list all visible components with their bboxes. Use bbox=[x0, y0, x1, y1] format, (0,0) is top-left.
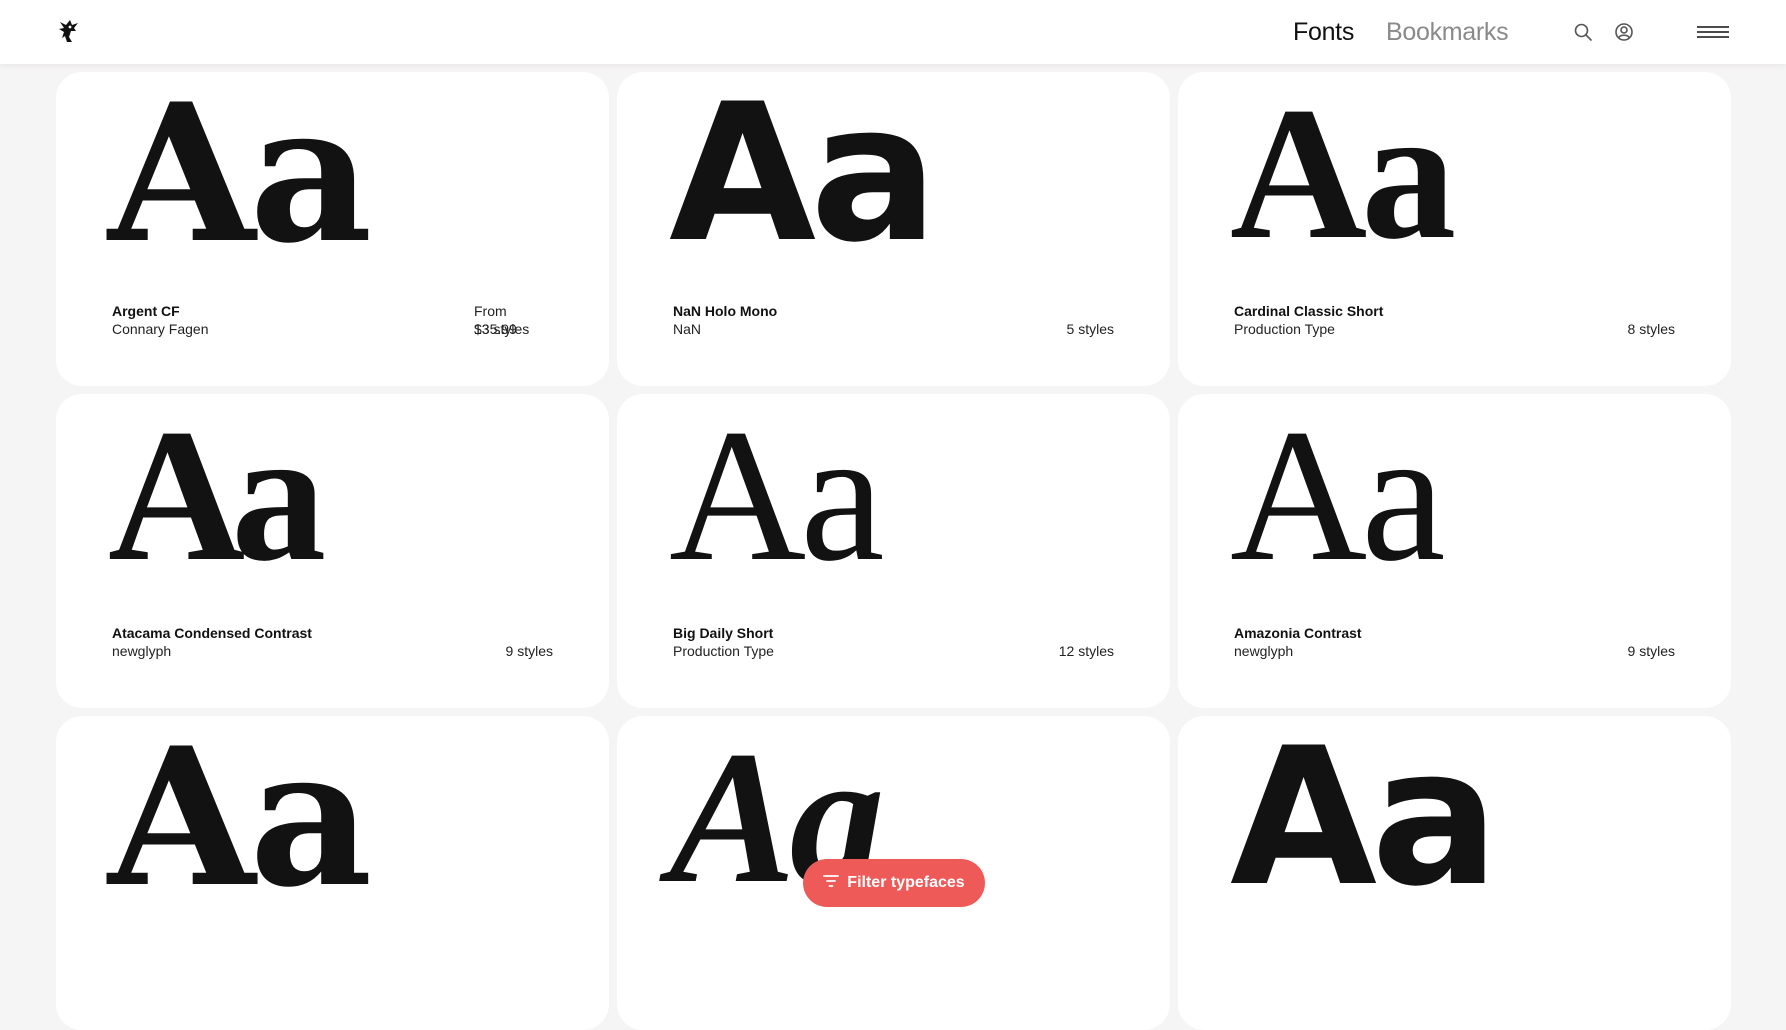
font-specimen: Aa bbox=[108, 394, 326, 601]
typeface-card-cardinal-classic-short[interactable]: Aa Cardinal Classic Short Production Typ… bbox=[1178, 72, 1731, 386]
nav-fonts-link[interactable]: Fonts bbox=[1293, 15, 1354, 49]
font-specimen: Aa bbox=[1230, 394, 1446, 601]
hamburger-menu-icon[interactable] bbox=[1695, 18, 1731, 46]
font-styles-count: 9 styles bbox=[1627, 643, 1675, 659]
font-specimen: Aa bbox=[669, 394, 885, 601]
font-foundry: Production Type bbox=[673, 643, 774, 659]
typeface-card-amazonia-contrast[interactable]: Aa Amazonia Contrast newglyph 9 styles bbox=[1178, 394, 1731, 708]
font-name: Argent CF bbox=[112, 303, 180, 319]
filter-typefaces-button[interactable]: Filter typefaces bbox=[803, 859, 985, 907]
font-name: NaN Holo Mono bbox=[673, 303, 778, 319]
account-icon[interactable] bbox=[1612, 20, 1636, 44]
typeface-card-big-daily-short[interactable]: Aa Big Daily Short Production Type 12 st… bbox=[617, 394, 1170, 708]
site-header: Fonts Bookmarks bbox=[0, 0, 1786, 64]
typeface-card-argent-cf[interactable]: Aa Argent CF Connary Fagen From $35.99 1… bbox=[56, 72, 609, 386]
typeface-card-row3-3[interactable]: Aa bbox=[1178, 716, 1731, 1030]
font-styles-count: 13 styles bbox=[474, 321, 530, 337]
font-specimen: Aa bbox=[1230, 72, 1456, 279]
font-foundry: NaN bbox=[673, 321, 702, 337]
font-foundry: Production Type bbox=[1234, 321, 1335, 337]
font-styles-count: 9 styles bbox=[505, 643, 553, 659]
filter-button-label: Filter typefaces bbox=[847, 874, 965, 891]
ninja-logo-icon[interactable] bbox=[54, 16, 84, 46]
filter-icon bbox=[823, 874, 840, 893]
font-specimen: Aa bbox=[669, 72, 938, 284]
font-foundry: newglyph bbox=[1234, 643, 1294, 659]
typeface-card-row3-1[interactable]: Aa bbox=[56, 716, 609, 1030]
font-specimen: Aa bbox=[108, 72, 373, 285]
font-name: Big Daily Short bbox=[673, 625, 774, 641]
font-name: Atacama Condensed Contrast bbox=[112, 625, 312, 641]
font-specimen: Aa bbox=[1230, 716, 1499, 928]
search-icon[interactable] bbox=[1571, 20, 1595, 44]
font-styles-count: 5 styles bbox=[1066, 321, 1114, 337]
font-styles-count: 12 styles bbox=[1058, 643, 1114, 659]
font-name: Amazonia Contrast bbox=[1234, 625, 1362, 641]
font-styles-count: 8 styles bbox=[1627, 321, 1675, 337]
font-foundry: Connary Fagen bbox=[112, 321, 209, 337]
typeface-card-atacama-condensed-contrast[interactable]: Aa Atacama Condensed Contrast newglyph 9… bbox=[56, 394, 609, 708]
nav-bookmarks-link[interactable]: Bookmarks bbox=[1386, 15, 1509, 49]
font-specimen: Aa bbox=[108, 716, 373, 929]
typeface-card-nan-holo-mono[interactable]: Aa NaN Holo Mono NaN 5 styles bbox=[617, 72, 1170, 386]
font-foundry: newglyph bbox=[112, 643, 172, 659]
font-name: Cardinal Classic Short bbox=[1234, 303, 1384, 319]
